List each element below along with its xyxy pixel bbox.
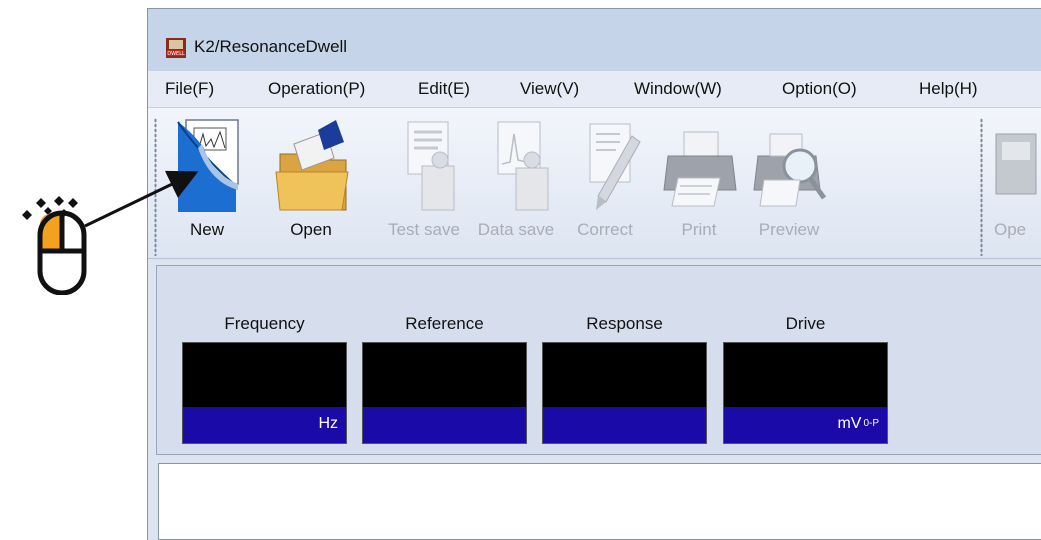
response-label: Response <box>586 314 663 333</box>
frequency-unit-area: Hz <box>183 407 346 443</box>
print-button: Print <box>656 110 742 250</box>
new-document-icon <box>177 119 239 212</box>
window-title: K2/ResonanceDwell <box>194 37 348 56</box>
operation-icon <box>995 133 1037 195</box>
ope-label: Ope <box>994 220 1027 239</box>
response-unit-area <box>543 407 706 443</box>
response-value-area <box>543 343 706 407</box>
menu-operation[interactable]: Operation(P) <box>265 77 368 101</box>
menu-help[interactable]: Help(H) <box>916 77 981 101</box>
frequency-unit: Hz <box>318 415 338 432</box>
ope-button: Ope <box>990 110 1041 250</box>
meter-panel: Frequency Hz Reference Response Drive mV… <box>156 265 1041 455</box>
preview-label: Preview <box>758 220 820 239</box>
test-save-label: Test save <box>388 220 460 239</box>
svg-text:DWELL: DWELL <box>167 51 185 57</box>
open-folder-icon <box>275 120 349 211</box>
preview-button: Preview <box>744 110 834 250</box>
menu-view[interactable]: View(V) <box>517 77 582 101</box>
menu-window[interactable]: Window(W) <box>631 77 725 101</box>
drive-value-area <box>724 343 887 407</box>
toolbar-grip-2[interactable] <box>980 118 983 256</box>
drive-unit-main: mV <box>837 415 862 432</box>
new-label: New <box>189 220 224 239</box>
data-save-icon <box>497 121 549 211</box>
reference-value-area <box>363 343 526 407</box>
correct-button: Correct <box>562 110 648 250</box>
data-save-button: Data save <box>470 110 562 250</box>
menu-bar: File(F) Operation(P) Edit(E) View(V) Win… <box>148 71 1041 108</box>
correct-label: Correct <box>577 220 633 239</box>
open-button[interactable]: Open <box>266 110 356 250</box>
preview-icon <box>753 133 827 207</box>
toolbar-grip[interactable] <box>154 118 157 256</box>
drive-label: Drive <box>785 314 826 333</box>
correct-pen-icon <box>589 123 641 210</box>
new-button[interactable]: New <box>164 110 250 250</box>
reference-display <box>362 342 527 444</box>
drive-unit-area: mV 0-P <box>724 407 887 443</box>
menu-edit[interactable]: Edit(E) <box>415 77 473 101</box>
reference-label: Reference <box>405 314 484 333</box>
app-window: DWELL K2/ResonanceDwell File(F) Operatio… <box>147 8 1041 540</box>
open-label: Open <box>290 220 332 239</box>
toolbar: New Open Test save Data save Correct Pri… <box>148 108 1041 259</box>
test-save-button: Test save <box>378 110 470 250</box>
data-save-label: Data save <box>477 220 555 239</box>
mouse-click-icon <box>22 196 87 295</box>
drive-unit-sub: 0-P <box>863 418 879 429</box>
app-icon: DWELL <box>166 38 186 58</box>
title-bar: DWELL K2/ResonanceDwell <box>148 9 1041 71</box>
printer-icon <box>663 131 737 207</box>
drive-unit: mV 0-P <box>837 415 879 433</box>
reference-unit-area <box>363 407 526 443</box>
print-label: Print <box>681 220 717 239</box>
drive-display: mV 0-P <box>723 342 888 444</box>
frequency-label: Frequency <box>224 314 305 333</box>
frequency-value-area <box>183 343 346 407</box>
response-display <box>542 342 707 444</box>
frequency-display: Hz <box>182 342 347 444</box>
test-save-icon <box>407 121 455 211</box>
content-area[interactable] <box>158 463 1041 540</box>
menu-option[interactable]: Option(O) <box>779 77 860 101</box>
menu-file[interactable]: File(F) <box>162 77 217 101</box>
